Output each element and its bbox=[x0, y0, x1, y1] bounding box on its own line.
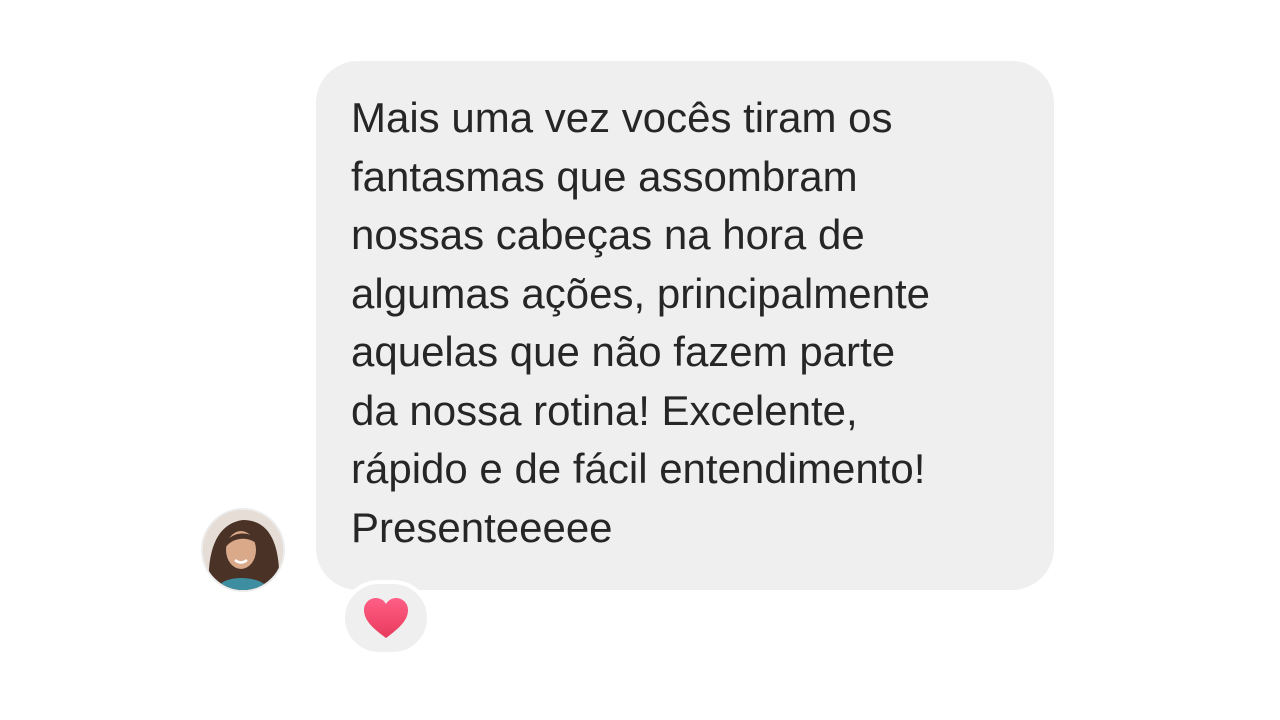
message-text: Mais uma vez vocês tiram os fantasmas qu… bbox=[351, 94, 930, 551]
avatar[interactable] bbox=[201, 508, 285, 592]
chat-thread: Mais uma vez vocês tiram os fantasmas qu… bbox=[0, 0, 1280, 720]
profile-photo-icon bbox=[203, 510, 283, 590]
message-bubble[interactable]: Mais uma vez vocês tiram os fantasmas qu… bbox=[316, 61, 1054, 590]
reaction-badge[interactable] bbox=[341, 580, 431, 656]
heart-icon bbox=[364, 598, 408, 638]
